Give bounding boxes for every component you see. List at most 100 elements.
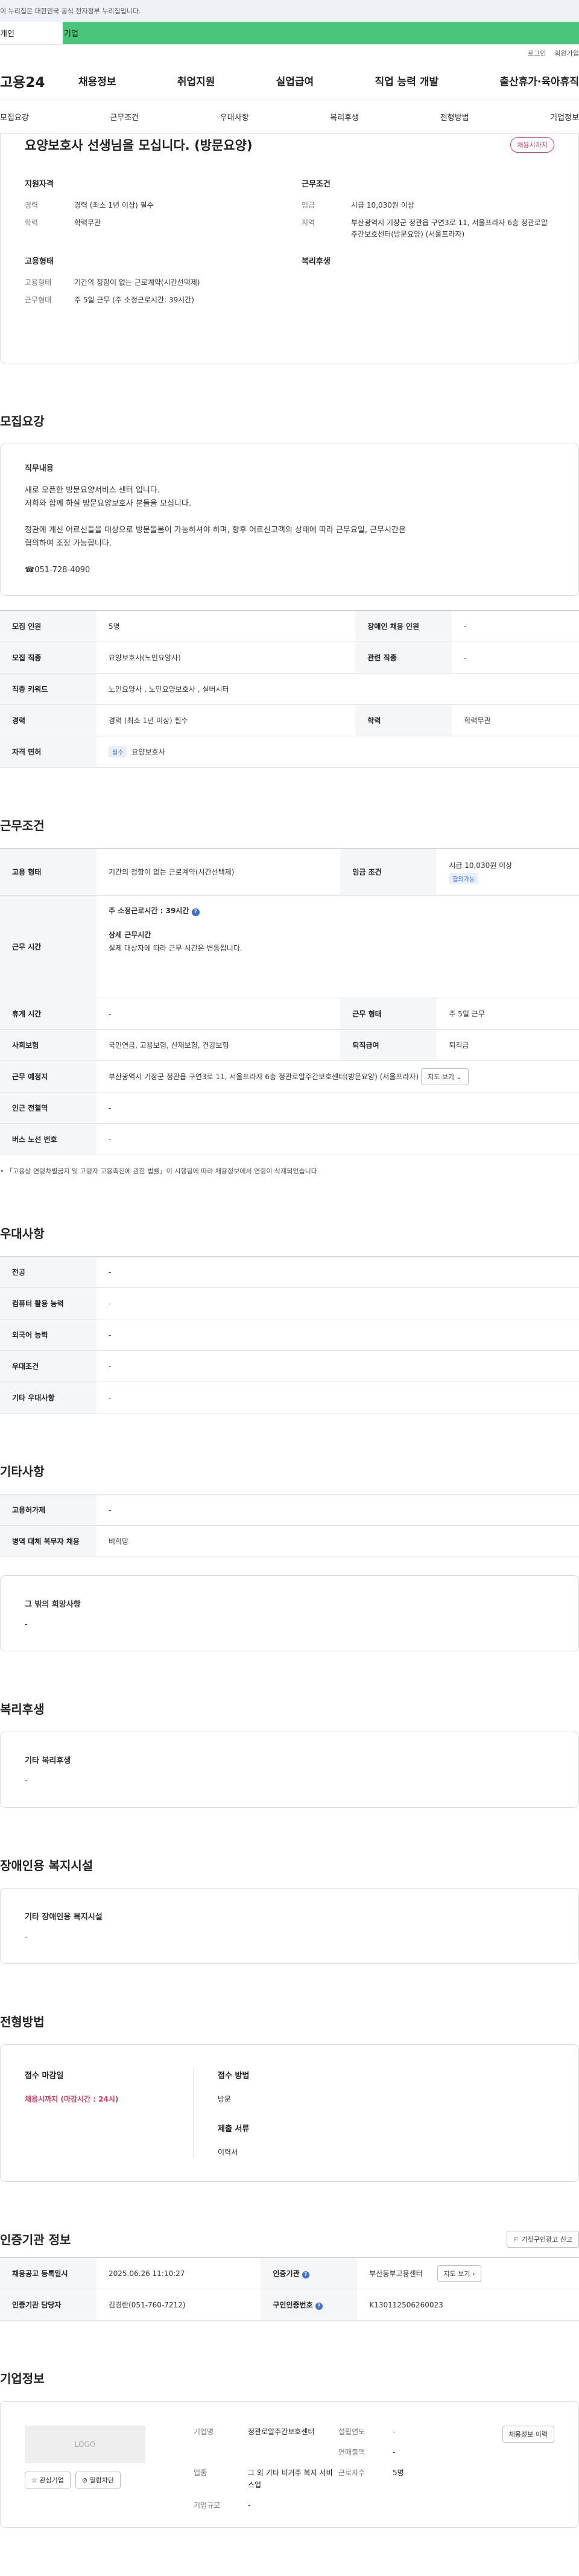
emptype-label: 고용형태 xyxy=(25,278,52,287)
report-icon: ⚐ xyxy=(513,2235,520,2243)
table-row: 모집 인원 5명 장애인 채용 인원 - xyxy=(0,610,579,642)
cell-value: 김경란(051-760-7212) xyxy=(96,2289,261,2321)
wage-label: 임금 xyxy=(302,201,315,209)
table-row: 전공 - xyxy=(0,1256,579,1288)
menu-item-jobs[interactable]: 채용정보 xyxy=(78,73,116,88)
tab-company[interactable]: 기업 xyxy=(63,22,579,44)
hope-box: 그 밖의 희망사항 - xyxy=(0,1575,579,1651)
cell-label: 임금 조건 xyxy=(340,848,437,896)
login-link[interactable]: 로그인 xyxy=(528,48,546,58)
deadline-heading: 접수 마감일 xyxy=(25,2071,64,2080)
cell-label: 기타 우대사항 xyxy=(0,1382,96,1414)
condition-block: 근무조건 임금 시급 10,030원 이상 지역 부산광역시 기장군 정관읍 구연3… xyxy=(302,177,554,246)
map-button-label: 지도 보기 xyxy=(428,1073,454,1081)
favorite-company-button[interactable]: ☆ 관심기업 xyxy=(25,2472,71,2488)
work-table: 고용 형태 기간의 정함이 없는 근로계약(시간선택제) 임금 조건 시급 10,… xyxy=(0,848,579,1155)
cell-label: 고용 형태 xyxy=(0,848,96,896)
cell-label: 병역 대체 복무자 채용 xyxy=(0,1525,96,1557)
report-button[interactable]: ⚐ 거짓구인광고 신고 xyxy=(507,2230,579,2248)
welfare-box: 기타 복리후생 - xyxy=(0,1732,579,1808)
sales-label: 연매출액 xyxy=(338,2448,365,2456)
menu-item-leave[interactable]: 출산휴가·육아휴직 xyxy=(499,73,579,88)
info-icon[interactable]: ? xyxy=(315,2303,323,2310)
pref-heading: 우대사항 xyxy=(0,1226,45,1241)
cell-value: - xyxy=(96,1256,579,1288)
employees-value: 5명 xyxy=(393,2469,404,2477)
anchor-pref[interactable]: 우대사항 xyxy=(220,111,249,123)
join-link[interactable]: 회원가입 xyxy=(555,48,579,58)
block-view-button[interactable]: ⊘ 열람차단 xyxy=(75,2472,121,2488)
table-row: 고용 형태 기간의 정함이 없는 근로계약(시간선택제) 임금 조건 시급 10,… xyxy=(0,848,579,896)
deadline-value: 채용시까지 (마감시간 : 24시) xyxy=(25,2095,119,2103)
condition-heading: 근무조건 xyxy=(302,180,331,189)
duty-line: 새로 오픈한 방문요양서비스 센터 입니다. xyxy=(25,486,160,495)
welfare-section-heading: 복리후생 xyxy=(0,1702,45,1717)
table-row: 자격 면허 필수 요양보호사 xyxy=(0,736,579,768)
industry-label: 업종 xyxy=(194,2469,207,2477)
job-title: 요양보호사 선생님을 모십니다. (방문요양) xyxy=(25,138,253,153)
recruit-heading: 모집요강 xyxy=(0,414,45,429)
hours-detail-heading: 상세 근무시간 xyxy=(109,931,151,939)
wage-value: 시급 10,030원 이상 xyxy=(449,861,513,870)
menu-item-support[interactable]: 취업지원 xyxy=(177,73,215,88)
cell-label: 모집 직종 xyxy=(0,642,96,674)
cell-value: - xyxy=(96,1123,579,1155)
year-label: 설립연도 xyxy=(338,2428,365,2436)
worktype-value: 주 5일 근무 (주 소정근로시간: 39시간) xyxy=(74,296,194,304)
tab-personal[interactable]: 개인 xyxy=(0,22,63,44)
table-row: 인근 전철역 - xyxy=(0,1092,579,1124)
cell-value: - xyxy=(96,1319,579,1351)
company-logo: LOGO xyxy=(25,2426,145,2463)
cell-label: 모집 인원 xyxy=(0,610,96,642)
cell-label: 퇴직급여 xyxy=(340,1029,437,1061)
cell-value: 국민연금, 고용보험, 산재보험, 건강보험 xyxy=(96,1029,341,1061)
cell-label: 컴퓨터 활용 능력 xyxy=(0,1287,96,1319)
company-name: 정관로알주간보호센터 xyxy=(248,2428,315,2436)
career-label: 경력 xyxy=(25,201,39,209)
hope-value: - xyxy=(25,1620,28,1629)
anchor-recruit[interactable]: 모집요강 xyxy=(0,111,29,123)
site-logo[interactable]: 고용24 xyxy=(0,71,78,91)
info-icon[interactable]: ? xyxy=(191,908,200,916)
anchor-company[interactable]: 기업정보 xyxy=(550,111,579,123)
qualification-block: 지원자격 경력 경력 (최소 1년 이상) 필수 학력 학력무관 xyxy=(25,177,277,246)
welfare-heading: 복리후생 xyxy=(302,257,331,266)
cell-value: 주 소정근로시간 : 39시간 ? 상세 근무시간 실제 대상자에 따라 근무 … xyxy=(96,895,579,998)
anchor-work[interactable]: 근무조건 xyxy=(110,111,139,123)
agency-table: 채용공고 등록일시 2025.06.26 11:10:27 인증기관 ? 부산동부… xyxy=(0,2257,579,2321)
chevron-down-icon: ⌄ xyxy=(456,1073,462,1081)
hope-heading: 그 밖의 희망사항 xyxy=(25,1600,81,1609)
cell-label: 학력 xyxy=(355,704,452,736)
company-box: LOGO ☆ 관심기업 ⊘ 열람차단 기업명 정관로알주간보호센터 설립연도 - 연… xyxy=(0,2401,579,2528)
cell-label: 관련 직종 xyxy=(355,642,452,674)
cell-value: 노인요양사 , 노인요양보호사 , 실버시터 xyxy=(96,673,579,705)
duty-heading: 직무내용 xyxy=(25,464,54,473)
menu-item-training[interactable]: 직업 능력 개발 xyxy=(375,73,438,88)
hours-detail: 실제 대상자에 따라 근무 시간은 변동됩니다. xyxy=(109,944,242,952)
cell-value: 2025.06.26 11:10:27 xyxy=(96,2257,261,2289)
table-row: 경력 경력 (최소 1년 이상) 필수 학력 학력무관 xyxy=(0,704,579,736)
cell-label: 직종 키워드 xyxy=(0,673,96,705)
docs-heading: 제출 서류 xyxy=(218,2125,250,2134)
menu-item-benefit[interactable]: 실업급여 xyxy=(276,73,314,88)
anchor-process[interactable]: 전형방법 xyxy=(440,111,469,123)
anchor-welfare[interactable]: 복리후생 xyxy=(330,111,359,123)
cell-label: 근무 시간 xyxy=(0,895,96,998)
phone-line: ☎051-728-4090 xyxy=(25,566,90,575)
table-row: 컴퓨터 활용 능력 - xyxy=(0,1287,579,1319)
disabled-heading: 장애인용 복지시설 xyxy=(0,1858,93,1873)
map-button[interactable]: 지도 보기 ⌄ xyxy=(421,1068,469,1085)
cell-label: 우대조건 xyxy=(0,1350,96,1382)
job-history-button[interactable]: 채용정보 이력 xyxy=(502,2426,554,2443)
agency-map-button[interactable]: 지도 보기 › xyxy=(437,2265,482,2282)
cell-value: 필수 요양보호사 xyxy=(96,736,579,768)
info-icon[interactable]: ? xyxy=(302,2271,309,2278)
star-icon: ☆ xyxy=(31,2476,37,2484)
workplace-address: 부산광역시 기장군 정관읍 구연3로 11, 서울프라자 6층 정관로알주간보호… xyxy=(109,1072,419,1081)
employment-block: 고용형태 고용형태 기간의 정함이 없는 근로계약(시간선택제) 근무형태 주 5일… xyxy=(25,255,277,312)
cell-value: - xyxy=(96,1092,579,1124)
process-heading: 전형방법 xyxy=(0,2015,45,2029)
table-row: 채용공고 등록일시 2025.06.26 11:10:27 인증기관 ? 부산동부… xyxy=(0,2257,579,2289)
emptype-value: 기간의 정함이 없는 근로계약(시간선택제) xyxy=(74,278,200,287)
disabled-box-heading: 기타 장애인용 복지시설 xyxy=(25,1913,103,1922)
